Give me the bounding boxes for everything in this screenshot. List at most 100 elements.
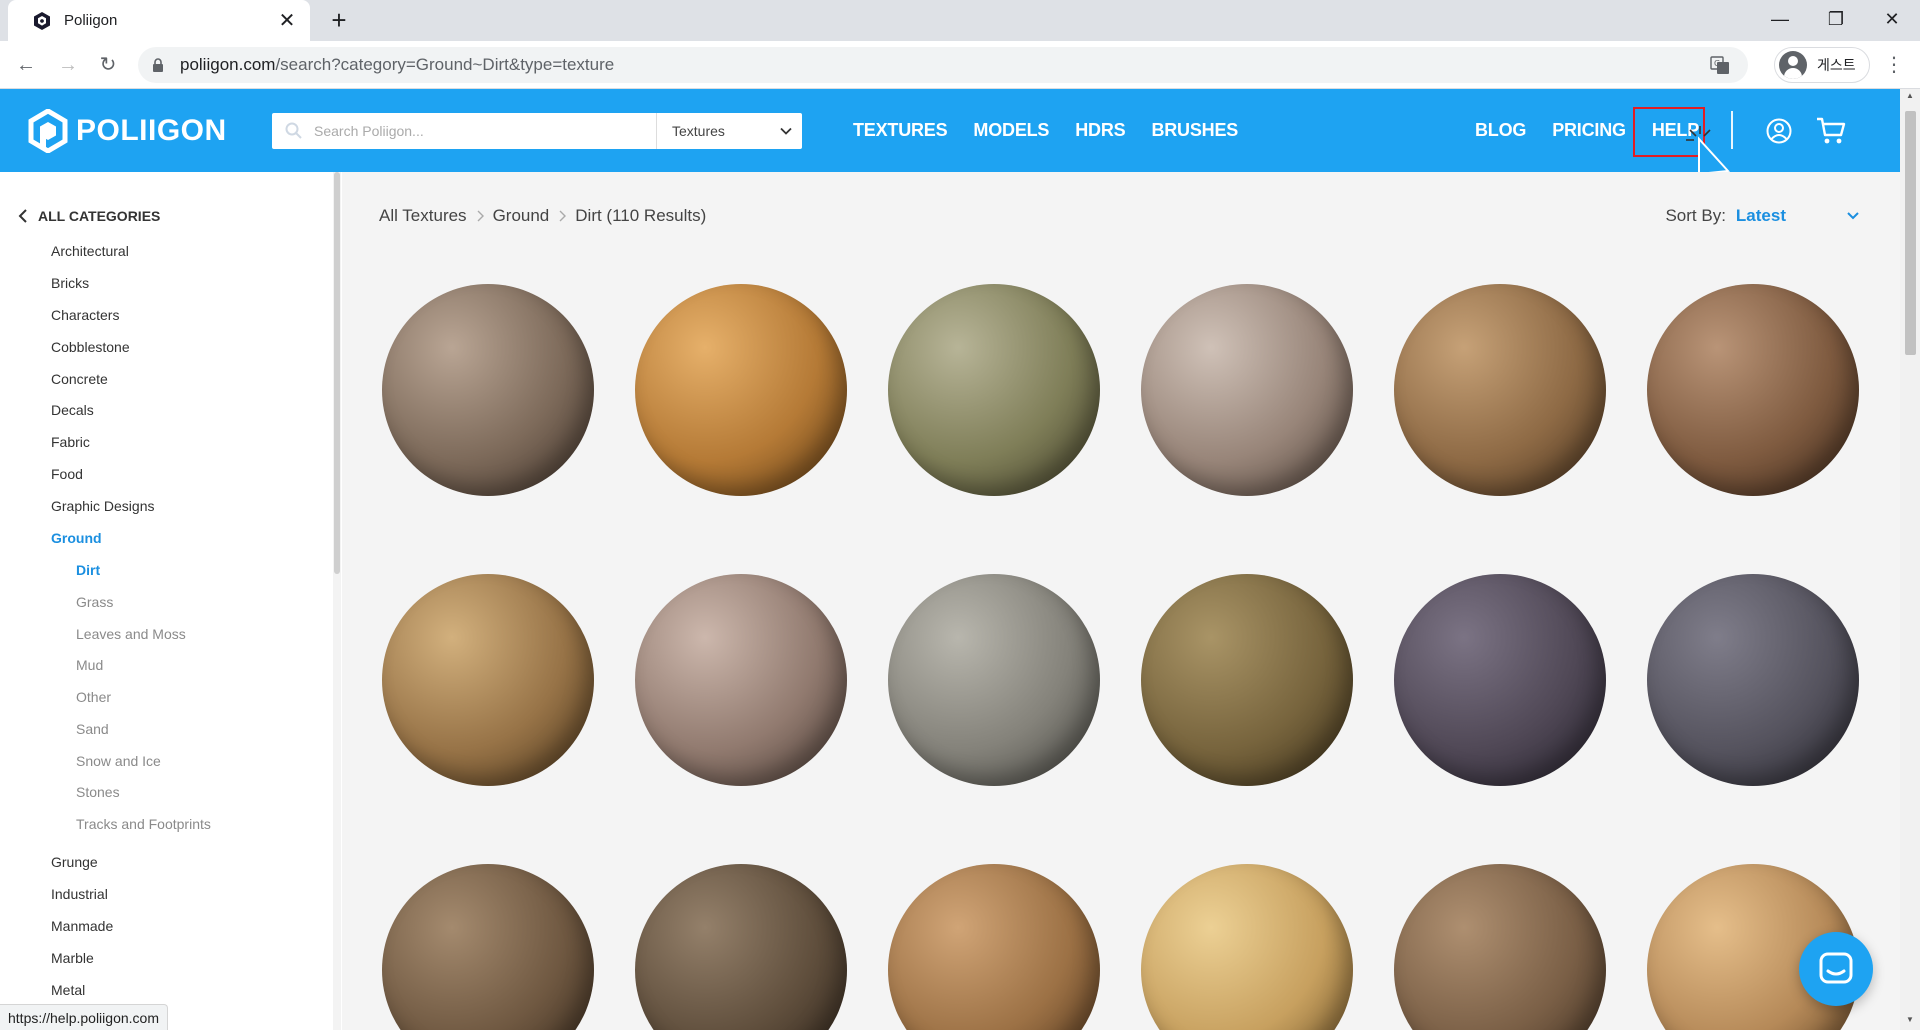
all-categories-label: ALL CATEGORIES [38, 208, 161, 224]
nav-pricing[interactable]: PRICING [1552, 120, 1626, 141]
logo[interactable]: POLIIGON [28, 109, 227, 153]
breadcrumb-all-textures[interactable]: All Textures [379, 206, 467, 226]
texture-thumbnail[interactable] [888, 864, 1100, 1030]
sort-control[interactable]: Sort By: Latest [1665, 206, 1860, 226]
category-item[interactable]: Fabric [51, 427, 211, 459]
forward-icon[interactable]: → [52, 49, 84, 81]
category-item[interactable]: Industrial [51, 879, 211, 911]
category-item[interactable]: Metal [51, 975, 211, 1007]
category-item[interactable]: Bricks [51, 268, 211, 300]
close-tab-icon[interactable]: ✕ [276, 11, 298, 31]
category-item[interactable]: Characters [51, 300, 211, 332]
url-text: poliigon.com/search?category=Ground~Dirt… [180, 55, 615, 74]
sort-label: Sort By: [1665, 206, 1726, 225]
texture-thumbnail[interactable] [635, 574, 847, 786]
breadcrumb-ground[interactable]: Ground [493, 206, 550, 226]
breadcrumb-current: Dirt (110 Results) [575, 206, 707, 225]
texture-thumbnail[interactable] [382, 574, 594, 786]
profile-button[interactable]: 게스트 [1774, 47, 1870, 83]
search-icon [285, 122, 302, 139]
site-header: POLIIGON Textures TEXTURES MODELS HDRS B… [0, 89, 1900, 172]
subcategory-item[interactable]: Snow and Ice [76, 746, 211, 778]
texture-thumbnail[interactable] [382, 864, 594, 1030]
account-icon[interactable] [1766, 118, 1792, 144]
category-list: Architectural Bricks Characters Cobblest… [51, 236, 211, 1007]
scroll-up-icon[interactable]: ▲ [1905, 91, 1915, 100]
texture-thumbnail[interactable] [1394, 284, 1606, 496]
scroll-down-icon[interactable]: ▼ [1905, 1015, 1915, 1024]
category-item[interactable]: Concrete [51, 364, 211, 396]
subcategory-item[interactable]: Tracks and Footprints [76, 809, 211, 841]
poliigon-favicon-icon [34, 11, 50, 30]
texture-thumbnail[interactable] [635, 284, 847, 496]
sidebar-scroll-thumb[interactable] [334, 172, 340, 574]
category-item[interactable]: Marble [51, 943, 211, 975]
texture-thumbnail[interactable] [1141, 284, 1353, 496]
browser-tab-strip: Poliigon ✕ + — ❐ ✕ [0, 0, 1920, 41]
chevron-right-icon [559, 210, 567, 222]
texture-thumbnail[interactable] [1394, 574, 1606, 786]
address-bar[interactable]: poliigon.com/search?category=Ground~Dirt… [138, 47, 1748, 83]
link-status-bar: https://help.poliigon.com [0, 1004, 168, 1030]
all-categories-link[interactable]: ALL CATEGORIES [18, 208, 160, 224]
window-close-icon[interactable]: ✕ [1864, 0, 1920, 41]
sidebar-scrollbar[interactable] [333, 172, 341, 1030]
texture-thumbnail[interactable] [888, 574, 1100, 786]
subcategory-item[interactable]: Stones [76, 777, 211, 809]
category-item[interactable]: Cobblestone [51, 332, 211, 364]
subcategory-item-active[interactable]: Dirt [76, 555, 211, 587]
texture-thumbnail[interactable] [635, 864, 847, 1030]
category-item[interactable]: Architectural [51, 236, 211, 268]
texture-thumbnail[interactable] [1141, 864, 1353, 1030]
cart-icon[interactable] [1816, 117, 1846, 145]
page-scrollbar[interactable]: ▲ ▼ [1900, 89, 1920, 1030]
subcategory-item[interactable]: Grass [76, 587, 211, 619]
results-area: All Textures Ground Dirt (110 Results) S… [342, 172, 1900, 1030]
texture-thumbnail[interactable] [1647, 284, 1859, 496]
texture-thumbnail[interactable] [1141, 574, 1353, 786]
nav-models[interactable]: MODELS [973, 120, 1049, 141]
tab-title: Poliigon [64, 12, 118, 29]
category-item[interactable]: Manmade [51, 911, 211, 943]
subcategory-item[interactable]: Mud [76, 650, 211, 682]
chat-icon [1819, 952, 1853, 984]
chevron-down-icon[interactable] [1846, 211, 1860, 221]
category-sidebar: ALL CATEGORIES Architectural Bricks Char… [0, 172, 341, 1030]
search-input[interactable] [314, 123, 654, 139]
lock-icon [153, 58, 163, 72]
browser-toolbar: ← → ↻ poliigon.com/search?category=Groun… [0, 41, 1920, 89]
page-scroll-thumb[interactable] [1905, 111, 1916, 355]
texture-thumbnail[interactable] [1647, 574, 1859, 786]
subcategory-item[interactable]: Other [76, 682, 211, 714]
search-type-value: Textures [672, 123, 725, 139]
profile-name: 게스트 [1817, 57, 1856, 73]
new-tab-icon[interactable]: + [324, 6, 354, 36]
minimize-icon[interactable]: — [1752, 0, 1808, 41]
category-item-active[interactable]: Ground [51, 523, 211, 555]
category-item[interactable]: Graphic Designs [51, 491, 211, 523]
category-item[interactable]: Grunge [51, 847, 211, 879]
category-item[interactable]: Decals [51, 395, 211, 427]
nav-textures[interactable]: TEXTURES [853, 120, 948, 141]
nav-blog[interactable]: BLOG [1475, 120, 1526, 141]
chevron-right-icon [477, 210, 484, 222]
texture-thumbnail[interactable] [382, 284, 594, 496]
browser-tab[interactable]: Poliigon ✕ [8, 0, 310, 41]
reload-icon[interactable]: ↻ [92, 49, 124, 81]
subcategory-item[interactable]: Sand [76, 714, 211, 746]
browser-menu-icon[interactable]: ⋮ [1880, 51, 1908, 79]
subcategory-list: Dirt Grass Leaves and Moss Mud Other San… [76, 555, 211, 841]
translate-icon[interactable]: G [1710, 55, 1730, 75]
texture-thumbnail[interactable] [888, 284, 1100, 496]
chat-launcher[interactable] [1799, 932, 1873, 1006]
search-bar: Textures [272, 113, 802, 149]
texture-thumbnail[interactable] [1394, 864, 1606, 1030]
back-icon[interactable]: ← [10, 49, 42, 81]
subcategory-item[interactable]: Leaves and Moss [76, 619, 211, 651]
category-item[interactable]: Food [51, 459, 211, 491]
restore-icon[interactable]: ❐ [1808, 0, 1864, 41]
search-type-select[interactable]: Textures [672, 113, 800, 149]
nav-brushes[interactable]: BRUSHES [1151, 120, 1238, 141]
sort-value[interactable]: Latest [1736, 206, 1786, 226]
nav-hdrs[interactable]: HDRS [1075, 120, 1125, 141]
